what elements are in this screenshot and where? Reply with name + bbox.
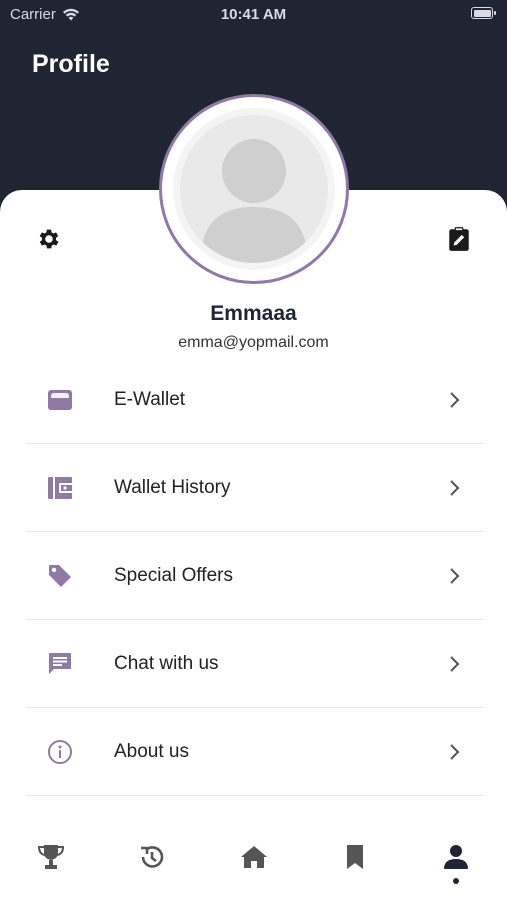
gear-icon[interactable] bbox=[36, 226, 62, 252]
battery-icon bbox=[471, 7, 496, 19]
home-icon bbox=[240, 846, 267, 868]
page-title: Profile bbox=[32, 50, 110, 78]
menu-item-chat-with-us[interactable]: Chat with us bbox=[26, 620, 483, 708]
bookmark-icon bbox=[346, 845, 363, 869]
avatar-placeholder-icon bbox=[180, 115, 328, 263]
chevron-right-icon bbox=[450, 479, 460, 496]
wallet-icon bbox=[48, 389, 72, 410]
info-icon bbox=[48, 739, 72, 764]
chevron-right-icon bbox=[450, 655, 460, 672]
tab-trophy[interactable] bbox=[0, 826, 101, 900]
menu-item-special-offers[interactable]: Special Offers bbox=[26, 532, 483, 620]
profile-name: Emmaaa bbox=[210, 302, 297, 325]
menu-item-wallet-history[interactable]: Wallet History bbox=[26, 444, 483, 532]
profile-email: emma@yopmail.com bbox=[178, 334, 329, 351]
chevron-right-icon bbox=[450, 567, 460, 584]
tab-profile[interactable] bbox=[406, 826, 507, 900]
chevron-right-icon bbox=[450, 391, 460, 408]
chat-icon bbox=[49, 652, 71, 674]
tab-bookmark[interactable] bbox=[304, 826, 405, 900]
avatar[interactable] bbox=[159, 94, 349, 284]
tab-history[interactable] bbox=[101, 826, 202, 900]
menu-item-label: E-Wallet bbox=[114, 388, 186, 410]
active-tab-indicator bbox=[453, 878, 460, 884]
menu-item-label: Special Offers bbox=[114, 564, 233, 586]
status-bar: Carrier 10:41 AM bbox=[0, 0, 507, 28]
person-icon bbox=[444, 845, 469, 869]
profile-menu: E-Wallet Wallet History Special Offers C… bbox=[26, 356, 483, 796]
menu-item-label: Chat with us bbox=[114, 652, 219, 674]
menu-item-label: About us bbox=[114, 740, 189, 762]
trophy-icon bbox=[37, 845, 64, 869]
menu-item-e-wallet[interactable]: E-Wallet bbox=[26, 356, 483, 444]
tab-bar bbox=[0, 826, 507, 900]
chevron-right-icon bbox=[450, 743, 460, 760]
edit-clipboard-icon[interactable] bbox=[446, 226, 472, 252]
menu-item-about-us[interactable]: About us bbox=[26, 708, 483, 796]
menu-item-label: Wallet History bbox=[114, 476, 231, 498]
tag-icon bbox=[49, 564, 71, 587]
history-icon bbox=[141, 846, 164, 868]
wallet-history-icon bbox=[48, 476, 72, 499]
tab-home[interactable] bbox=[203, 826, 304, 900]
status-time: 10:41 AM bbox=[220, 6, 287, 23]
